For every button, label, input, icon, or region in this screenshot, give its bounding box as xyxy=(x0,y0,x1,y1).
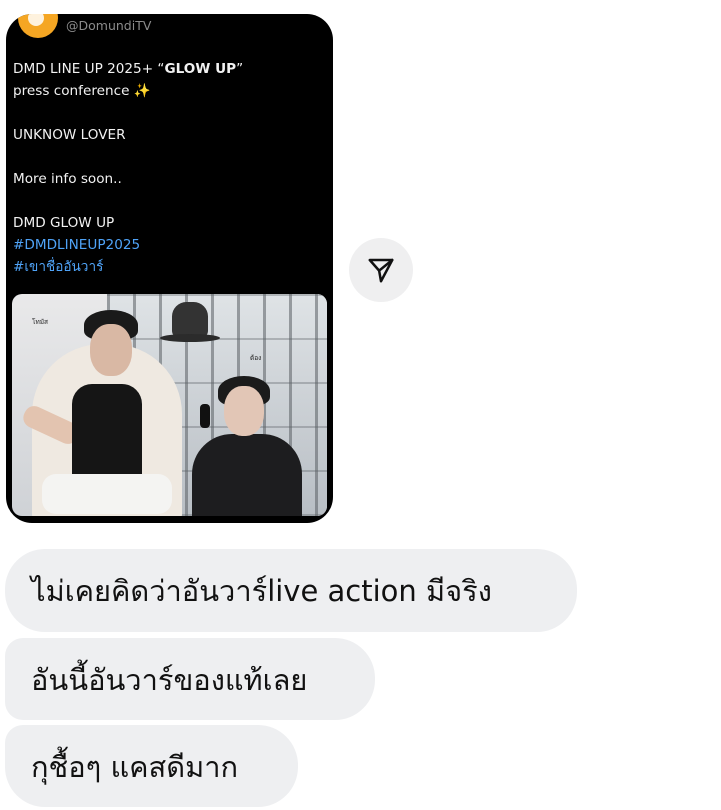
post-line-info: More info soon.. xyxy=(13,171,122,187)
message-text: ไม่เคยคิดว่าอันวาร์live action มีจริง xyxy=(31,574,492,608)
post-line-title: DMD LINE UP 2025+ “GLOW UP” xyxy=(13,58,323,80)
photo-person-1-face xyxy=(90,324,132,376)
send-icon xyxy=(368,258,394,283)
message-bubble[interactable]: กุชื้อๆ แคสดีมาก xyxy=(5,725,298,807)
photo-hat-brim xyxy=(160,334,220,342)
message-text: อันนี้อันวาร์ของแท้เลย xyxy=(31,663,308,697)
photo-name-1: โทมัส xyxy=(32,318,49,326)
message-text: กุชื้อๆ แคสดีมาก xyxy=(31,750,239,784)
photo-name-2: ต้อง xyxy=(250,354,262,362)
post-photo[interactable]: โทมัส ต้อง xyxy=(12,294,327,516)
post-text: DMD LINE UP 2025+ “GLOW UP” press confer… xyxy=(13,58,323,278)
photo-person-1-legs xyxy=(42,474,172,514)
hashtag-link-2[interactable]: #เขาชื่ออันวาร์ xyxy=(13,256,323,278)
post-line-title-pre: DMD LINE UP 2025+ “ xyxy=(13,61,165,77)
message-bubble[interactable]: อันนี้อันวาร์ของแท้เลย xyxy=(5,638,375,720)
photo-lamp xyxy=(200,404,210,428)
avatar-logo-icon xyxy=(28,14,44,26)
photo-person-1 xyxy=(72,384,142,484)
post-line-unknow: UNKNOW LOVER xyxy=(13,127,126,143)
photo-hat xyxy=(172,302,208,338)
hashtag-link-1[interactable]: #DMDLINEUP2025 xyxy=(13,234,323,256)
post-line-title-post: ” xyxy=(236,61,244,77)
photo-person-2-face xyxy=(224,386,264,436)
post-line-title-bold: GLOW UP xyxy=(164,61,237,77)
share-button[interactable] xyxy=(349,238,413,302)
post-line-glow: DMD GLOW UP xyxy=(13,215,115,231)
photo-person-2 xyxy=(192,434,302,516)
shared-post-card[interactable]: @DomundiTV DMD LINE UP 2025+ “GLOW UP” p… xyxy=(6,14,333,523)
avatar xyxy=(18,14,58,38)
post-handle: @DomundiTV xyxy=(66,18,152,33)
post-line-press: press conference ✨ xyxy=(13,83,151,99)
message-bubble[interactable]: ไม่เคยคิดว่าอันวาร์live action มีจริง xyxy=(5,549,577,632)
